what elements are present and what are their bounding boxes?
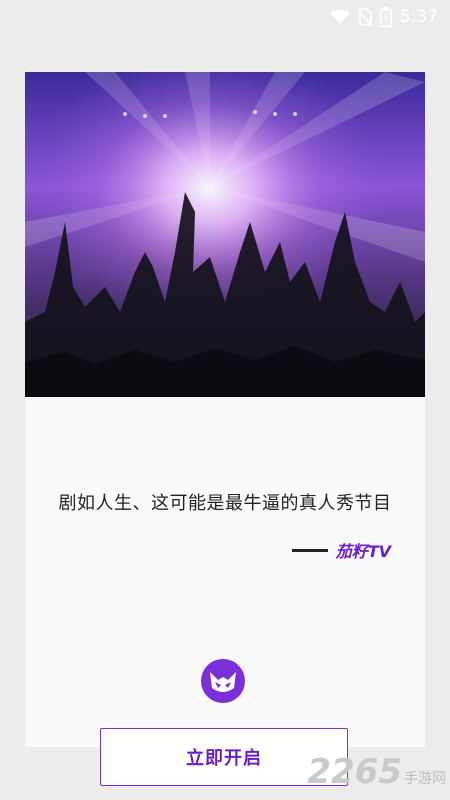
tagline-text: 剧如人生、这可能是最牛逼的真人秀节目 [58,493,392,514]
battery-icon [379,7,392,27]
signature-dash [291,548,328,552]
hero-image [25,72,425,397]
status-bar: 5:37 [0,0,450,34]
splash-card: 剧如人生、这可能是最牛逼的真人秀节目 茄籽TV [25,72,425,747]
watermark: 2265 手游网 [307,752,446,792]
status-time: 5:37 [399,7,438,27]
concert-crowd-photo [25,72,425,397]
brand-name: 茄籽TV [335,542,391,561]
watermark-number: 2265 [307,752,402,792]
wifi-icon [329,9,350,25]
no-sim-icon [358,8,372,26]
watermark-site: 手游网 [404,771,446,787]
signature: 茄籽TV [291,538,391,562]
app-logo-icon [200,658,246,704]
